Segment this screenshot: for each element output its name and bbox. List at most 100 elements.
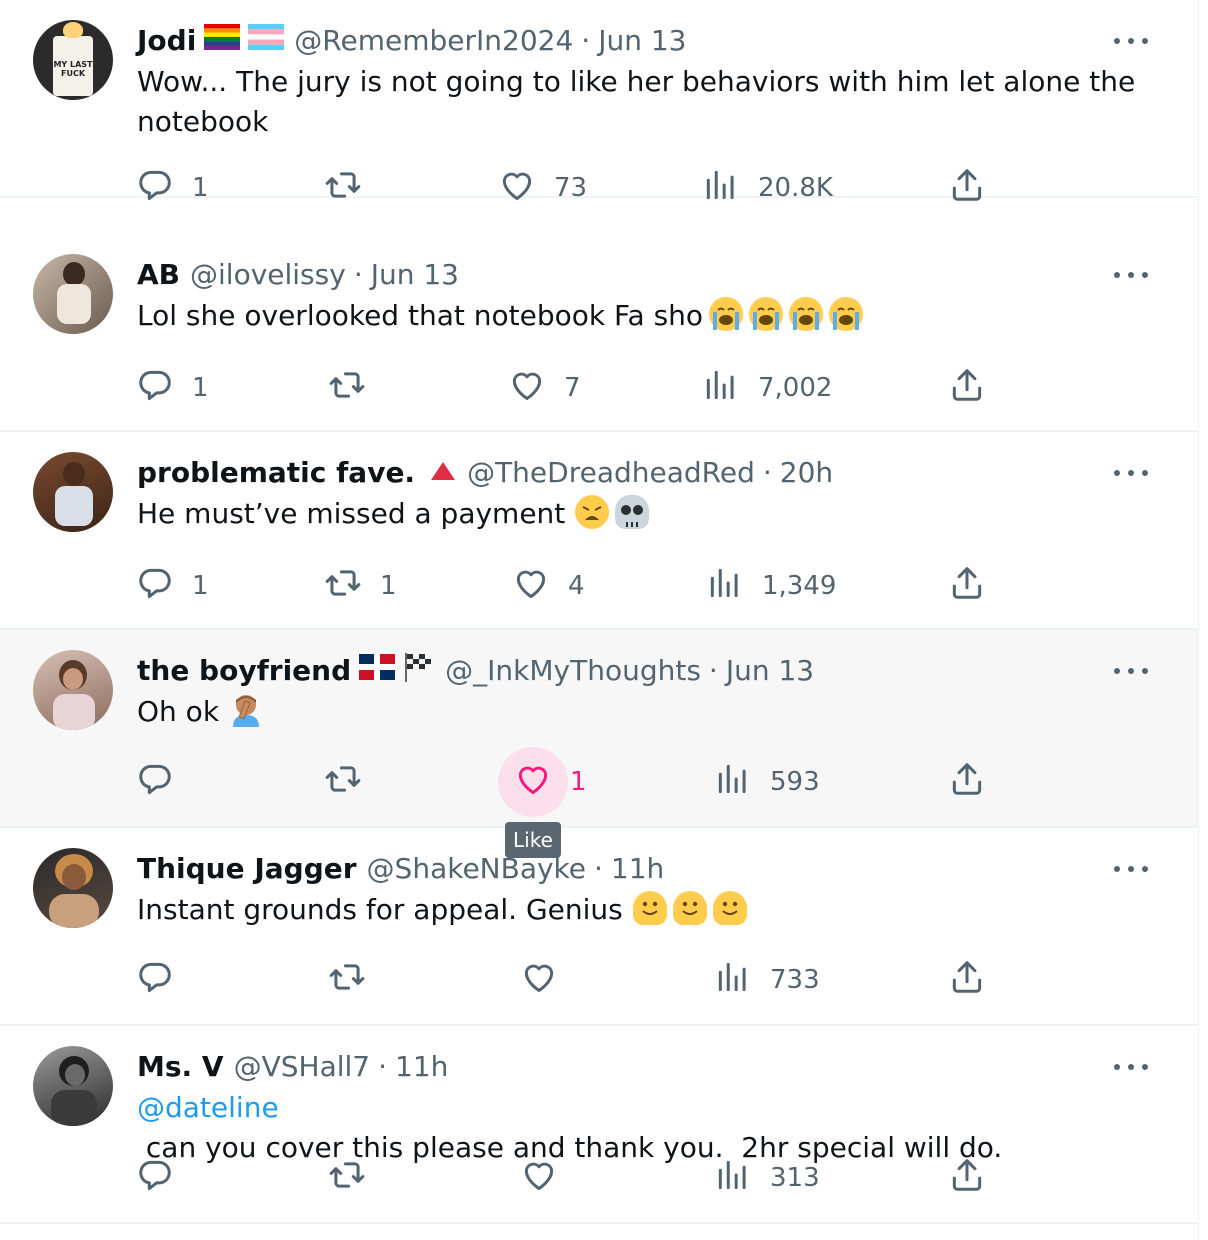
tweet-text-content: He must’ve missed a payment bbox=[137, 497, 566, 530]
views-button[interactable]: 1,349 bbox=[706, 564, 836, 608]
author-name[interactable]: Ms. V bbox=[137, 1050, 224, 1083]
view-count: 313 bbox=[770, 1163, 820, 1193]
views-button[interactable]: 313 bbox=[714, 1156, 820, 1200]
reply-button[interactable]: 1 bbox=[136, 166, 209, 210]
share-button[interactable] bbox=[948, 760, 986, 804]
like-button[interactable] bbox=[520, 1156, 576, 1200]
views-icon bbox=[702, 166, 740, 211]
like-count: 7 bbox=[564, 373, 581, 403]
tweet[interactable]: problematic fave. @TheDreadheadRed · 20h… bbox=[0, 432, 1198, 630]
author-name[interactable]: Thique Jagger bbox=[137, 852, 357, 885]
tweet[interactable]: Thique Jagger @ShakeNBayke · 11h Instant… bbox=[0, 828, 1198, 1026]
tweet[interactable]: Ms. V @VSHall7 · 11h @dateline can you c… bbox=[0, 1026, 1198, 1224]
loudly-crying-face-icon bbox=[789, 297, 824, 331]
tweet-text: Wow... The jury is not going to like her… bbox=[137, 62, 1137, 142]
author-name[interactable]: problematic fave. bbox=[137, 456, 415, 489]
more-icon[interactable] bbox=[1114, 26, 1148, 56]
views-button[interactable]: 20.8K bbox=[702, 166, 833, 210]
timestamp[interactable]: 11h bbox=[395, 1050, 448, 1083]
retweet-button[interactable] bbox=[324, 166, 380, 210]
reply-button[interactable]: 1 bbox=[136, 564, 209, 608]
views-button[interactable]: 7,002 bbox=[702, 366, 832, 410]
author-handle[interactable]: @RememberIn2024 bbox=[294, 24, 573, 57]
share-button[interactable] bbox=[948, 366, 986, 410]
tweet-text: He must’ve missed a payment bbox=[137, 494, 1137, 534]
like-count: 4 bbox=[568, 571, 585, 601]
avatar[interactable] bbox=[33, 650, 113, 730]
retweet-button[interactable] bbox=[328, 366, 384, 410]
author-name[interactable]: the boyfriend bbox=[137, 654, 351, 687]
reply-icon bbox=[136, 166, 174, 211]
share-icon bbox=[948, 1156, 986, 1201]
like-button[interactable]: 7 bbox=[508, 366, 581, 410]
more-icon[interactable] bbox=[1114, 1052, 1148, 1082]
more-icon[interactable] bbox=[1114, 854, 1148, 884]
timestamp[interactable]: 11h bbox=[611, 852, 664, 885]
reply-count: 1 bbox=[192, 571, 209, 601]
retweet-icon bbox=[324, 564, 362, 609]
reply-button[interactable]: 1 bbox=[136, 366, 209, 410]
tweet-header: the boyfriend @_InkMyThoughts · Jun 13 bbox=[137, 648, 814, 692]
share-button[interactable] bbox=[948, 1156, 986, 1200]
avatar[interactable] bbox=[33, 1046, 113, 1126]
separator: · bbox=[762, 455, 772, 489]
action-bar: 733 bbox=[0, 958, 1198, 1002]
author-name[interactable]: Jodi bbox=[137, 24, 196, 57]
like-button[interactable]: 1 bbox=[514, 760, 587, 804]
more-icon[interactable] bbox=[1114, 656, 1148, 686]
share-button[interactable] bbox=[948, 564, 986, 608]
retweet-icon bbox=[328, 1156, 366, 1201]
separator: · bbox=[378, 1049, 388, 1083]
share-button[interactable] bbox=[948, 166, 986, 210]
share-icon bbox=[948, 366, 986, 411]
retweet-button[interactable] bbox=[324, 760, 380, 804]
retweet-button[interactable] bbox=[328, 958, 384, 1002]
author-name[interactable]: AB bbox=[137, 258, 180, 291]
tweet[interactable]: AB @ilovelissy · Jun 13 Lol she overlook… bbox=[0, 234, 1198, 432]
action-bar: 1 7 7,002 bbox=[0, 366, 1198, 410]
retweet-button[interactable] bbox=[328, 1156, 384, 1200]
like-count: 73 bbox=[554, 173, 588, 203]
tweet-header: Jodi @RememberIn2024 · Jun 13 bbox=[137, 18, 686, 62]
heart-icon bbox=[512, 564, 550, 609]
author-handle[interactable]: @_InkMyThoughts bbox=[445, 654, 701, 687]
like-button[interactable] bbox=[520, 958, 576, 1002]
views-button[interactable]: 733 bbox=[714, 958, 820, 1002]
separator: · bbox=[581, 23, 591, 57]
tweet-text-content: Lol she overlooked that notebook Fa sho bbox=[137, 299, 704, 332]
more-icon[interactable] bbox=[1114, 458, 1148, 488]
reply-button[interactable] bbox=[136, 1156, 192, 1200]
red-triangle-icon bbox=[429, 456, 457, 489]
reply-button[interactable] bbox=[136, 958, 192, 1002]
like-button[interactable]: 73 bbox=[498, 166, 587, 210]
more-icon[interactable] bbox=[1114, 260, 1148, 290]
avatar[interactable]: MY LAST FUCK bbox=[33, 20, 113, 100]
timestamp[interactable]: 20h bbox=[780, 456, 833, 489]
share-button[interactable] bbox=[948, 958, 986, 1002]
tweet[interactable]: the boyfriend @_InkMyThoughts · Jun 13 O… bbox=[0, 630, 1198, 828]
author-handle[interactable]: @TheDreadheadRed bbox=[467, 456, 755, 489]
views-button[interactable]: 593 bbox=[714, 760, 820, 804]
mention-link[interactable]: @dateline bbox=[137, 1091, 279, 1124]
tweet[interactable]: MY LAST FUCK Jodi @RememberIn2024 · Jun … bbox=[0, 0, 1198, 203]
author-handle[interactable]: @ilovelissy bbox=[190, 258, 346, 291]
avatar[interactable] bbox=[33, 254, 113, 334]
reply-button[interactable] bbox=[136, 760, 192, 804]
views-icon bbox=[702, 366, 740, 411]
checkered-flag-icon bbox=[403, 652, 435, 689]
avatar-logo: MY LAST FUCK bbox=[53, 60, 93, 78]
views-icon bbox=[714, 760, 752, 805]
timestamp[interactable]: Jun 13 bbox=[371, 258, 459, 291]
timestamp[interactable]: Jun 13 bbox=[598, 24, 686, 57]
weary-face-icon bbox=[575, 495, 610, 529]
author-handle[interactable]: @VSHall7 bbox=[234, 1050, 371, 1083]
timestamp[interactable]: Jun 13 bbox=[726, 654, 814, 687]
avatar[interactable] bbox=[33, 452, 113, 532]
avatar[interactable] bbox=[33, 848, 113, 928]
tweet-text-content: Instant grounds for appeal. Genius bbox=[137, 893, 623, 926]
retweet-button[interactable]: 1 bbox=[324, 564, 397, 608]
reply-feed: MY LAST FUCK Jodi @RememberIn2024 · Jun … bbox=[0, 0, 1199, 1240]
melting-face-icon bbox=[712, 891, 747, 925]
tweet-text: Lol she overlooked that notebook Fa sho bbox=[137, 296, 1137, 336]
like-button[interactable]: 4 bbox=[512, 564, 585, 608]
